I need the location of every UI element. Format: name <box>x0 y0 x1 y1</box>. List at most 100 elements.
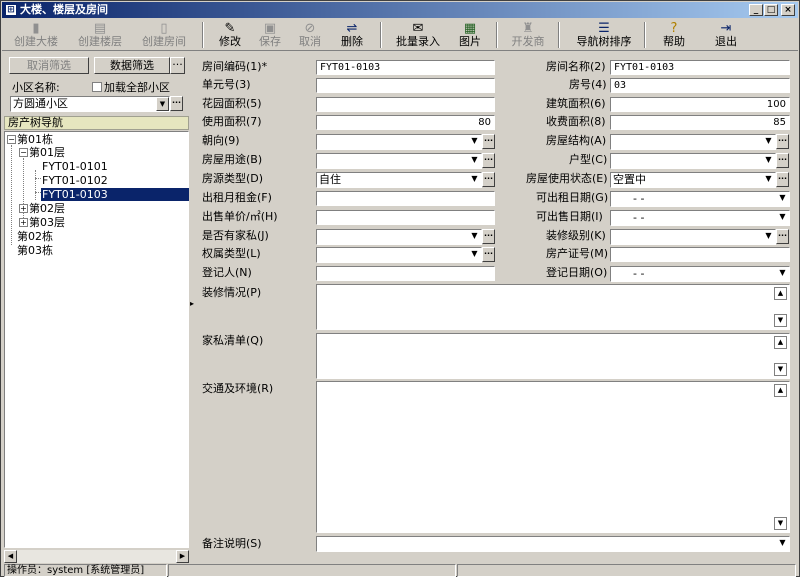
layout-select[interactable]: ▼ <box>610 153 776 169</box>
nav-sort-button[interactable]: ☰ 导航树排序 <box>570 21 638 51</box>
tree-node-floor-02[interactable]: + 第02层 <box>19 202 65 215</box>
furnished-ellipsis-button[interactable]: ··· <box>482 229 495 244</box>
structure-label: 房屋结构(A) <box>546 134 607 147</box>
scroll-down-icon[interactable]: ▼ <box>774 363 787 376</box>
tree-line <box>35 170 36 200</box>
decoration-textarea[interactable]: ▲ ▼ <box>316 284 790 330</box>
charge-area-input[interactable]: 85 <box>610 115 790 130</box>
reg-date-picker[interactable]: - - ▼ <box>610 266 790 282</box>
structure-ellipsis-button[interactable]: ··· <box>776 134 789 149</box>
sale-date-picker[interactable]: - - ▼ <box>610 210 790 226</box>
batch-entry-button[interactable]: ✉ 批量录入 <box>390 21 446 51</box>
registrant-input[interactable] <box>316 266 495 281</box>
structure-select[interactable]: ▼ <box>610 134 776 150</box>
cert-no-input[interactable] <box>610 247 790 262</box>
tree-node-room-0101[interactable]: FYT01-0101 <box>42 160 108 173</box>
rent-input[interactable] <box>316 191 495 206</box>
close-button[interactable]: × <box>781 4 795 16</box>
help-button[interactable]: ? 帮助 <box>654 21 694 51</box>
remarks-input[interactable]: ▼ <box>316 536 790 552</box>
sale-price-input[interactable] <box>316 210 495 225</box>
scroll-down-icon[interactable]: ▼ <box>774 314 787 327</box>
developer-button[interactable]: ♜ 开发商 <box>506 21 550 51</box>
room-code-label: 房间编码(1)* <box>202 60 268 73</box>
furnished-select[interactable]: ▼ <box>316 229 482 245</box>
toolbar-separator <box>496 22 498 48</box>
garden-area-input[interactable] <box>316 97 495 112</box>
maximize-button[interactable]: □ <box>764 4 778 16</box>
community-ellipsis-button[interactable]: ··· <box>170 96 183 111</box>
building-area-input[interactable]: 100 <box>610 97 790 112</box>
tree-node-building-03[interactable]: 第03栋 <box>17 244 53 257</box>
rent-date-picker[interactable]: - - ▼ <box>610 191 790 207</box>
usage-ellipsis-button[interactable]: ··· <box>482 153 495 168</box>
decoration-level-ellipsis-button[interactable]: ··· <box>776 229 789 244</box>
filter-ellipsis-button[interactable]: ··· <box>170 57 185 74</box>
tree-node-building-01[interactable]: − 第01栋 <box>7 133 53 146</box>
rent-date-label: 可出租日期(G) <box>536 191 609 204</box>
expand-icon: + <box>19 218 28 227</box>
exit-button[interactable]: ⇥ 退出 <box>706 21 746 51</box>
scroll-up-icon[interactable]: ▲ <box>774 384 787 397</box>
scroll-up-icon[interactable]: ▲ <box>774 336 787 349</box>
tree-node-room-0102[interactable]: FYT01-0102 <box>42 174 108 187</box>
developer-icon: ♜ <box>522 21 534 36</box>
usable-area-input[interactable]: 80 <box>316 115 495 130</box>
cancel-button[interactable]: ⊘ 取消 <box>292 21 328 51</box>
tree-node-floor-03[interactable]: + 第03层 <box>19 216 65 229</box>
save-button[interactable]: ▣ 保存 <box>252 21 288 51</box>
load-all-checkbox[interactable]: 加载全部小区 <box>92 81 170 95</box>
ownership-ellipsis-button[interactable]: ··· <box>482 247 495 262</box>
usage-label: 房屋用途(B) <box>202 153 263 166</box>
create-room-button[interactable]: ▯ 创建房间 <box>138 21 190 51</box>
remarks-label: 备注说明(S) <box>202 537 262 550</box>
tree-node-floor-01[interactable]: − 第01层 <box>19 146 65 159</box>
chevron-down-icon: ▼ <box>776 211 789 225</box>
image-button[interactable]: ▦ 图片 <box>450 21 490 51</box>
chevron-down-icon: ▼ <box>468 135 481 149</box>
community-select[interactable]: 方圆通小区 ▼ <box>10 96 170 112</box>
scroll-down-icon[interactable]: ▼ <box>774 517 787 530</box>
edit-button[interactable]: ✎ 修改 <box>210 21 250 51</box>
tree-horizontal-scrollbar[interactable]: ◀ ▶ <box>4 550 189 563</box>
tree-node-building-02[interactable]: 第02栋 <box>17 230 53 243</box>
toolbar-separator <box>558 22 560 48</box>
exit-icon: ⇥ <box>720 21 732 36</box>
source-type-ellipsis-button[interactable]: ··· <box>482 172 495 187</box>
use-status-select[interactable]: 空置中 ▼ <box>610 172 776 188</box>
cancel-filter-button[interactable]: 取消筛选 <box>9 57 89 74</box>
scroll-up-icon[interactable]: ▲ <box>774 287 787 300</box>
room-name-input[interactable]: FYT01-0103 <box>610 60 790 75</box>
unit-no-input[interactable] <box>316 78 495 93</box>
layout-ellipsis-button[interactable]: ··· <box>776 153 789 168</box>
orientation-select[interactable]: ▼ <box>316 134 482 150</box>
chevron-down-icon: ▼ <box>776 537 789 551</box>
building-icon: ▮ <box>32 21 40 36</box>
scroll-left-icon[interactable]: ◀ <box>4 550 17 563</box>
image-icon: ▦ <box>463 21 477 36</box>
create-floor-button[interactable]: ▤ 创建楼层 <box>74 21 126 51</box>
create-building-button[interactable]: ▮ 创建大楼 <box>10 21 62 51</box>
decoration-level-select[interactable]: ▼ <box>610 229 776 245</box>
data-filter-button[interactable]: 数据筛选 <box>94 57 170 74</box>
scroll-right-icon[interactable]: ▶ <box>176 550 189 563</box>
traffic-textarea[interactable]: ▲ ▼ <box>316 381 790 533</box>
chevron-down-icon: ▼ <box>762 173 775 187</box>
usage-select[interactable]: ▼ <box>316 153 482 169</box>
property-tree[interactable]: − 第01栋 − 第01层 FYT01-0101 FYT01-0102 FYT01-… <box>4 131 189 548</box>
minimize-button[interactable]: _ <box>749 4 763 16</box>
collapse-icon: − <box>7 135 16 144</box>
ownership-select[interactable]: ▼ <box>316 247 482 263</box>
orientation-ellipsis-button[interactable]: ··· <box>482 134 495 149</box>
delete-button[interactable]: ⇌ 删除 <box>334 21 370 51</box>
source-type-select[interactable]: 自住 ▼ <box>316 172 482 188</box>
layout-label: 户型(C) <box>569 153 608 166</box>
source-type-label: 房源类型(D) <box>202 172 264 185</box>
furniture-textarea[interactable]: ▲ ▼ <box>316 333 790 379</box>
room-no-input[interactable]: 03 <box>610 78 790 93</box>
use-status-ellipsis-button[interactable]: ··· <box>776 172 789 187</box>
cancel-icon: ⊘ <box>304 21 316 36</box>
room-code-input[interactable]: FYT01-0103 <box>316 60 495 75</box>
panel-splitter[interactable]: ▸ <box>190 53 195 564</box>
tree-node-room-0103[interactable]: FYT01-0103 <box>41 188 189 201</box>
